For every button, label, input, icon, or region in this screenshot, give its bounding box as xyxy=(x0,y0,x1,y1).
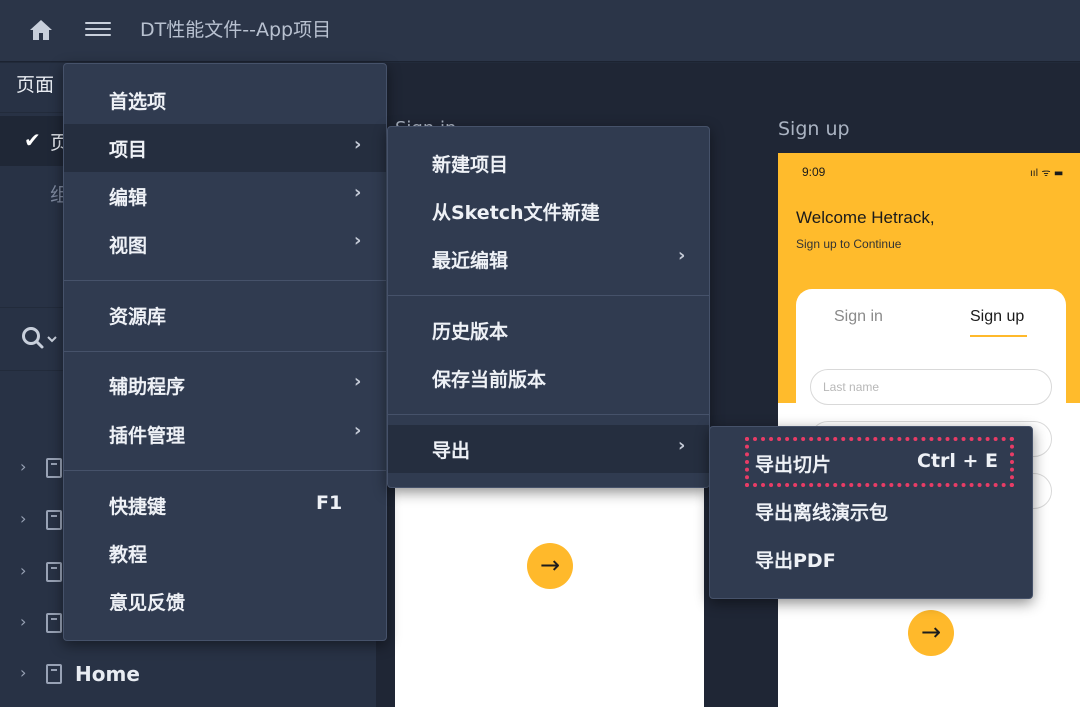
menu-item-label: 快捷键 xyxy=(109,496,167,518)
menu-item-label: 编辑 xyxy=(109,187,148,209)
welcome-text: Welcome Hetrack, xyxy=(796,208,935,227)
chevron-right-icon: › xyxy=(354,182,362,203)
tab-sign-up: Sign up xyxy=(970,308,1025,325)
status-icons: ııl ᯤ ▬ xyxy=(1030,168,1064,179)
menu-item-view[interactable]: 视图 › xyxy=(64,220,386,268)
menu-item-export-offline[interactable]: 导出离线演示包 xyxy=(710,487,1032,535)
menu-divider xyxy=(388,295,709,296)
menu-item-label: 导出离线演示包 xyxy=(755,502,889,524)
menu-item-tutorial[interactable]: 教程 xyxy=(64,529,386,577)
artboard-icon xyxy=(46,562,62,582)
menu-divider xyxy=(64,470,386,471)
hamburger-menu-icon[interactable] xyxy=(85,18,111,42)
chevron-right-icon[interactable]: › xyxy=(20,561,26,580)
artboard-icon xyxy=(46,458,62,478)
artboard-label-sign-up[interactable]: Sign up xyxy=(778,118,850,140)
app-title: DT性能文件--App项目 xyxy=(140,19,332,41)
menu-item-export[interactable]: 导出 › xyxy=(388,425,709,473)
menu-item-shortcuts[interactable]: 快捷键 F1 xyxy=(64,481,386,529)
menu-item-label: 意见反馈 xyxy=(109,592,186,614)
home-icon[interactable] xyxy=(28,18,54,42)
artboard-icon xyxy=(46,510,62,530)
menu-divider xyxy=(388,414,709,415)
chevron-right-icon[interactable]: › xyxy=(20,663,26,682)
menu-item-history[interactable]: 历史版本 xyxy=(388,306,709,354)
menu-item-recent[interactable]: 最近编辑 › xyxy=(388,235,709,283)
highlight-annotation xyxy=(745,437,1014,487)
menu-item-label: 最近编辑 xyxy=(432,250,509,272)
menu-item-edit[interactable]: 编辑 › xyxy=(64,172,386,220)
menu-item-preferences[interactable]: 首选项 xyxy=(64,76,386,124)
menu-item-shortcut: F1 xyxy=(316,492,343,514)
menu-item-helpers[interactable]: 辅助程序 › xyxy=(64,361,386,409)
chevron-right-icon: › xyxy=(678,435,686,456)
check-icon: ✔ xyxy=(24,128,41,152)
menu-item-feedback[interactable]: 意见反馈 xyxy=(64,577,386,625)
menu-divider xyxy=(64,280,386,281)
menu-item-label: 历史版本 xyxy=(432,321,509,343)
menu-item-label: 保存当前版本 xyxy=(432,369,547,391)
chevron-right-icon: › xyxy=(354,420,362,441)
chevron-right-icon: › xyxy=(354,371,362,392)
menu-item-label: 项目 xyxy=(109,139,148,161)
artboard-icon xyxy=(46,664,62,684)
tab-underline xyxy=(970,335,1027,337)
welcome-subtitle: Sign up to Continue xyxy=(796,237,902,251)
menu-item-label: 新建项目 xyxy=(432,154,509,176)
project-submenu: 新建项目 从Sketch文件新建 最近编辑 › 历史版本 保存当前版本 导出 › xyxy=(387,126,710,488)
artboard-icon xyxy=(46,613,62,633)
menu-item-new-from-sketch[interactable]: 从Sketch文件新建 xyxy=(388,187,709,235)
menu-item-label: 教程 xyxy=(109,544,148,566)
menu-item-export-pdf[interactable]: 导出PDF xyxy=(710,535,1032,583)
arrow-right-icon[interactable]: → xyxy=(908,610,954,656)
chevron-right-icon[interactable]: › xyxy=(20,457,26,476)
tab-sign-in: Sign in xyxy=(834,308,883,325)
menu-item-label: 视图 xyxy=(109,235,148,257)
pages-label: 页面 xyxy=(16,74,55,96)
last-name-field: Last name xyxy=(810,369,1052,405)
chevron-right-icon[interactable]: › xyxy=(20,612,26,631)
menu-item-new-project[interactable]: 新建项目 xyxy=(388,139,709,187)
chevron-right-icon: › xyxy=(354,134,362,155)
menu-divider xyxy=(64,351,386,352)
status-time: 9:09 xyxy=(802,165,826,179)
chevron-right-icon: › xyxy=(354,230,362,251)
top-bar: DT性能文件--App项目 xyxy=(0,0,1080,62)
menu-item-library[interactable]: 资源库 xyxy=(64,291,386,339)
menu-item-label: 辅助程序 xyxy=(109,376,186,398)
menu-item-label: 资源库 xyxy=(109,306,167,328)
layer-row[interactable]: › Home xyxy=(0,649,376,699)
search-icon[interactable] xyxy=(20,325,57,351)
menu-item-plugins[interactable]: 插件管理 › xyxy=(64,410,386,458)
main-menu: 首选项 项目 › 编辑 › 视图 › 资源库 辅助程序 › 插件管理 › 快捷键… xyxy=(63,63,387,641)
menu-item-label: 导出 xyxy=(432,440,471,462)
chevron-right-icon[interactable]: › xyxy=(20,509,26,528)
menu-item-project[interactable]: 项目 › xyxy=(64,124,386,172)
menu-item-save-version[interactable]: 保存当前版本 xyxy=(388,354,709,402)
chevron-right-icon: › xyxy=(678,245,686,266)
menu-item-label: 首选项 xyxy=(109,91,167,113)
menu-item-label: 从Sketch文件新建 xyxy=(432,202,600,224)
arrow-right-icon[interactable]: → xyxy=(527,543,573,589)
menu-item-label: 插件管理 xyxy=(109,425,186,447)
layer-name-home: Home xyxy=(75,662,140,686)
menu-item-label: 导出PDF xyxy=(755,550,836,572)
